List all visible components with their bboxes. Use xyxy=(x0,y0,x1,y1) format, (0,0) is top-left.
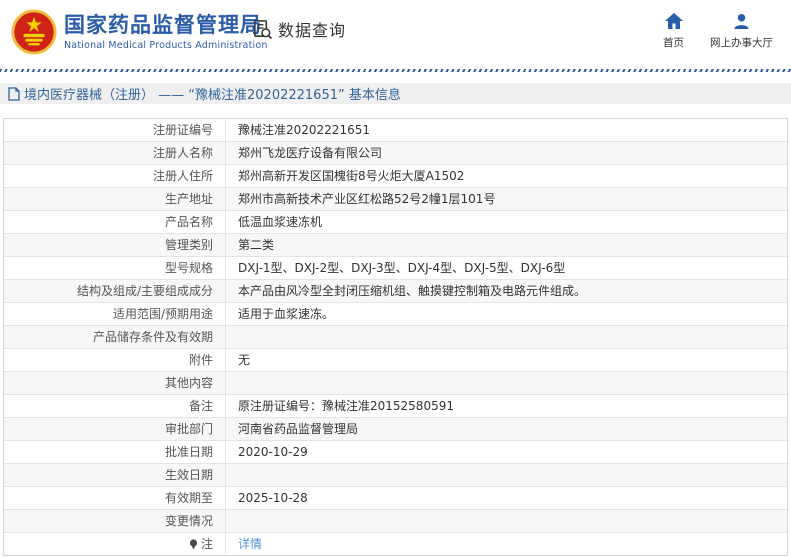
row-label: 有效期至 xyxy=(4,487,226,509)
row-value: DXJ-1型、DXJ-2型、DXJ-3型、DXJ-4型、DXJ-5型、DXJ-6… xyxy=(238,261,566,275)
nav-home[interactable]: 首页 xyxy=(663,12,684,50)
row-label: 型号规格 xyxy=(4,257,226,279)
table-row: 有效期至 2025-10-28 xyxy=(4,487,787,510)
row-value: 适用于血浆速冻。 xyxy=(238,307,335,321)
table-row: 产品名称 低温血浆速冻机 xyxy=(4,211,787,234)
row-value: 本产品由风冷型全封闭压缩机组、触摸键控制箱及电路元件组成。 xyxy=(238,284,587,298)
row-label: 产品名称 xyxy=(4,211,226,233)
breadcrumb: 境内医疗器械（注册） —— “豫械注准20202221651” 基本信息 xyxy=(0,83,791,104)
document-search-icon xyxy=(254,19,273,39)
row-label: 审批部门 xyxy=(4,418,226,440)
row-label: 备注 xyxy=(4,395,226,417)
table-row: 适用范围/预期用途 适用于血浆速冻。 xyxy=(4,303,787,326)
row-value: 2020-10-29 xyxy=(238,445,308,459)
table-row: 其他内容 xyxy=(4,372,787,395)
table-row: 生产地址 郑州市高新技术产业区红松路52号2幢1层101号 xyxy=(4,188,787,211)
china-national-emblem-icon xyxy=(11,9,57,55)
row-label: 注册人住所 xyxy=(4,165,226,187)
row-value xyxy=(226,326,787,348)
user-icon xyxy=(733,12,750,30)
row-value: 第二类 xyxy=(238,238,275,252)
row-value: 低温血浆速冻机 xyxy=(238,215,323,229)
home-icon xyxy=(664,12,683,30)
row-value xyxy=(226,372,787,394)
nav-home-label: 首页 xyxy=(663,37,684,49)
table-row: 备注 原注册证编号：豫械注准20152580591 xyxy=(4,395,787,418)
page: 国家药品监督管理局 National Medical Products Admi… xyxy=(0,0,791,557)
table-row: 产品储存条件及有效期 xyxy=(4,326,787,349)
row-label: 生效日期 xyxy=(4,464,226,486)
row-value: 河南省药品监督管理局 xyxy=(238,422,359,436)
row-label: 注册证编号 xyxy=(4,119,226,141)
row-value: 无 xyxy=(238,353,251,367)
row-label: 产品储存条件及有效期 xyxy=(4,326,226,348)
row-value: 原注册证编号：豫械注准20152580591 xyxy=(238,399,454,413)
row-label: 结构及组成/主要组成成分 xyxy=(4,280,226,302)
note-pin-icon xyxy=(189,538,198,549)
document-icon xyxy=(8,86,20,101)
row-value: 郑州飞龙医疗设备有限公司 xyxy=(238,146,383,160)
data-query-label: 数据查询 xyxy=(278,21,347,40)
breadcrumb-text: 境内医疗器械（注册） —— “豫械注准20202221651” 基本信息 xyxy=(24,88,401,103)
row-value xyxy=(226,510,787,532)
table-row: 批准日期 2020-10-29 xyxy=(4,441,787,464)
header-stripe-divider xyxy=(0,69,791,72)
row-label: 管理类别 xyxy=(4,234,226,256)
table-row: 注册人住所 郑州高新开发区国槐街8号火炬大厦A1502 xyxy=(4,165,787,188)
table-row: 注详情 xyxy=(4,533,787,555)
table-row: 变更情况 xyxy=(4,510,787,533)
row-value xyxy=(226,464,787,486)
detail-link[interactable]: 详情 xyxy=(238,537,262,551)
row-label: 附件 xyxy=(4,349,226,371)
nav-online-hall[interactable]: 网上办事大厅 xyxy=(710,12,773,50)
row-value: 详情 xyxy=(226,533,787,555)
table-row: 注册人名称 郑州飞龙医疗设备有限公司 xyxy=(4,142,787,165)
row-value: 郑州高新开发区国槐街8号火炬大厦A1502 xyxy=(238,169,465,183)
row-label: 注 xyxy=(4,533,226,555)
table-row: 审批部门 河南省药品监督管理局 xyxy=(4,418,787,441)
row-value: 豫械注准20202221651 xyxy=(238,123,370,137)
row-label: 适用范围/预期用途 xyxy=(4,303,226,325)
row-label: 批准日期 xyxy=(4,441,226,463)
row-value: 郑州市高新技术产业区红松路52号2幢1层101号 xyxy=(238,192,496,206)
info-table: 注册证编号 豫械注准20202221651 注册人名称 郑州飞龙医疗设备有限公司 注册人… xyxy=(3,118,788,556)
row-label: 变更情况 xyxy=(4,510,226,532)
top-nav: 首页 网上办事大厅 xyxy=(663,12,773,50)
logo-text: 国家药品监督管理局 National Medical Products Admi… xyxy=(64,13,268,51)
table-row: 管理类别 第二类 xyxy=(4,234,787,257)
table-row: 生效日期 xyxy=(4,464,787,487)
agency-title-en: National Medical Products Administration xyxy=(64,40,268,51)
table-row: 附件无 xyxy=(4,349,787,372)
agency-title-cn: 国家药品监督管理局 xyxy=(64,13,262,37)
table-row: 结构及组成/主要组成成分 本产品由风冷型全封闭压缩机组、触摸键控制箱及电路元件组成… xyxy=(4,280,787,303)
row-label: 注册人名称 xyxy=(4,142,226,164)
row-label: 生产地址 xyxy=(4,188,226,210)
table-row: 注册证编号 豫械注准20202221651 xyxy=(4,119,787,142)
row-label: 其他内容 xyxy=(4,372,226,394)
site-header: 国家药品监督管理局 National Medical Products Admi… xyxy=(0,0,791,69)
table-row: 型号规格 DXJ-1型、DXJ-2型、DXJ-3型、DXJ-4型、DXJ-5型、D… xyxy=(4,257,787,280)
data-query-tab[interactable]: 数据查询 xyxy=(252,17,346,41)
nav-online-hall-label: 网上办事大厅 xyxy=(710,37,773,49)
row-value: 2025-10-28 xyxy=(238,491,308,505)
